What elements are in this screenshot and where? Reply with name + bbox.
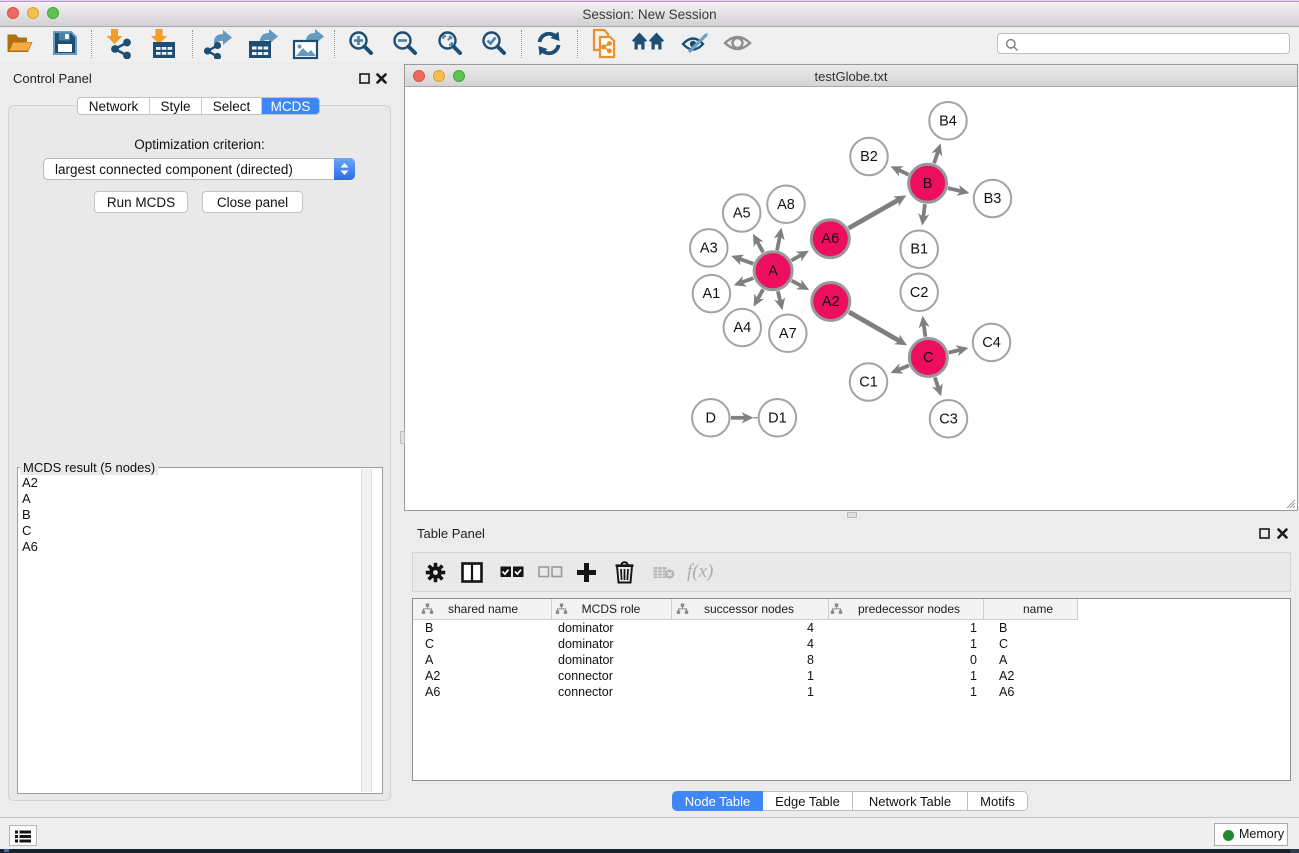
svg-text:B2: B2 [860,149,878,165]
svg-text:A7: A7 [779,326,797,342]
svg-text:A2: A2 [822,294,840,310]
svg-text:C4: C4 [982,335,1001,351]
svg-text:A4: A4 [733,320,751,336]
svg-text:A6: A6 [821,231,839,247]
svg-text:A3: A3 [700,240,718,256]
svg-text:B3: B3 [984,191,1002,207]
svg-text:A5: A5 [733,206,751,222]
svg-text:D1: D1 [768,410,787,426]
svg-text:B: B [923,176,933,192]
svg-text:C2: C2 [910,285,929,301]
svg-text:A1: A1 [703,286,721,302]
svg-text:B1: B1 [910,242,928,258]
svg-text:C1: C1 [859,375,878,391]
svg-text:A8: A8 [777,197,795,213]
svg-text:D: D [706,410,716,426]
svg-text:B4: B4 [939,113,957,129]
svg-text:C: C [923,350,933,366]
svg-text:C3: C3 [939,411,958,427]
svg-text:A: A [768,263,778,279]
